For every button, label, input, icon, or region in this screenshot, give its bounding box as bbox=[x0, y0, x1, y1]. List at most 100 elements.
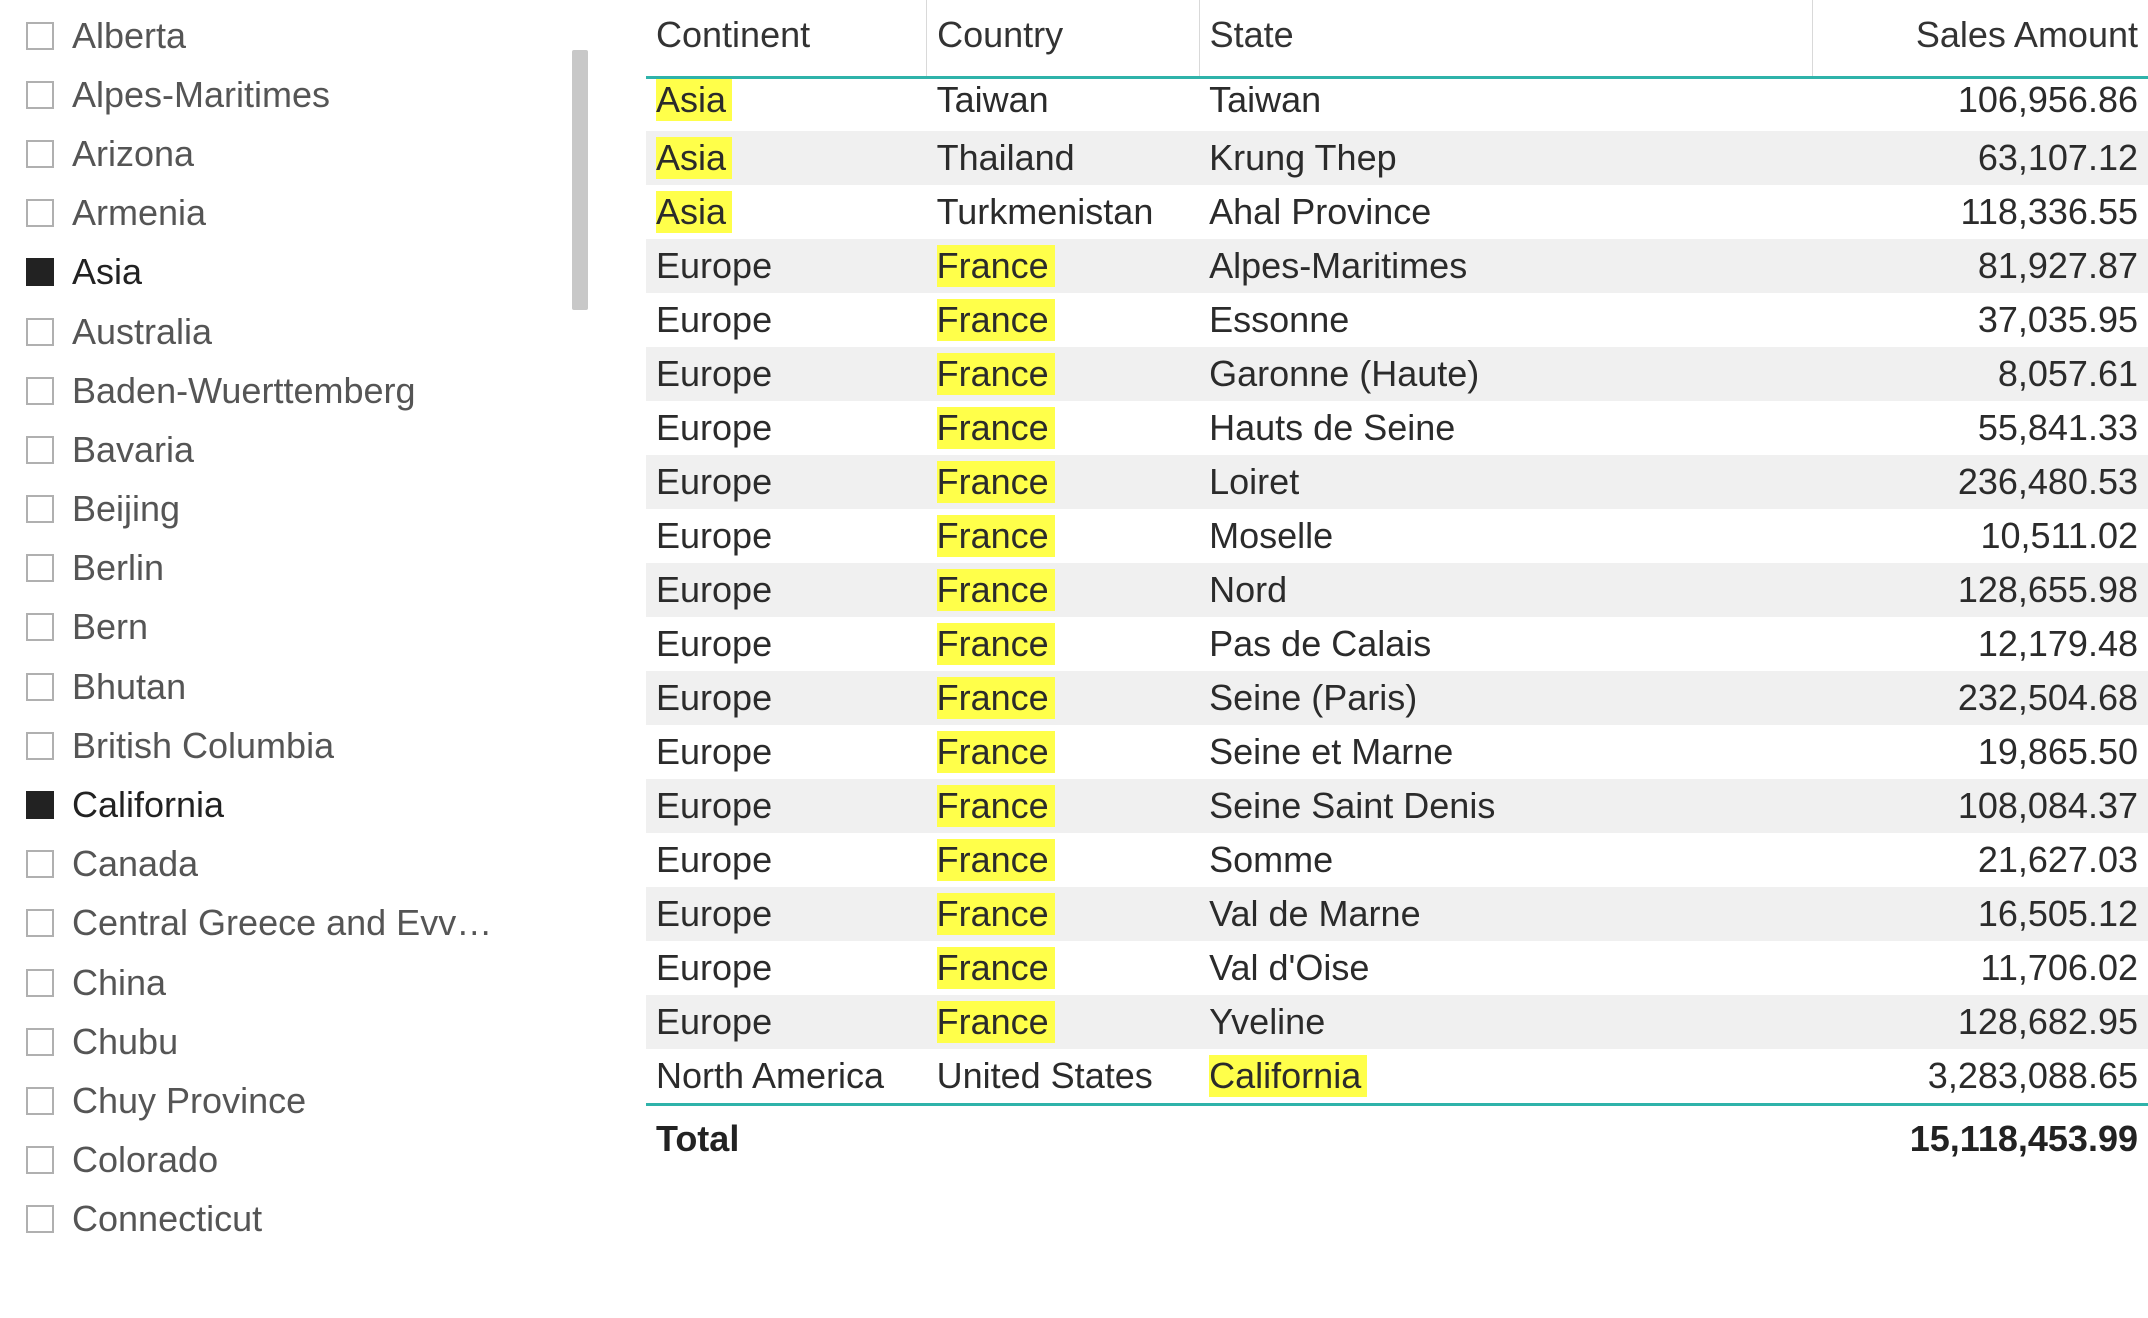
slicer-item[interactable]: Beijing bbox=[0, 480, 610, 539]
cell-continent: Europe bbox=[646, 347, 927, 401]
slicer-item[interactable]: Connecticut bbox=[0, 1190, 610, 1249]
slicer-item[interactable]: Bavaria bbox=[0, 420, 610, 479]
table-row[interactable]: AsiaTurkmenistanAhal Province118,336.55 bbox=[646, 185, 2148, 239]
checkbox-icon[interactable] bbox=[26, 1205, 54, 1233]
checkbox-icon[interactable] bbox=[26, 554, 54, 582]
table-row[interactable]: EuropeFranceNord128,655.98 bbox=[646, 563, 2148, 617]
highlight: France bbox=[937, 731, 1055, 773]
slicer-item[interactable]: Colorado bbox=[0, 1131, 610, 1190]
checkbox-icon[interactable] bbox=[26, 1146, 54, 1174]
highlight: France bbox=[937, 569, 1055, 611]
highlight: France bbox=[937, 245, 1055, 287]
cell-country: France bbox=[927, 293, 1200, 347]
cell-continent: Europe bbox=[646, 725, 927, 779]
table-row[interactable]: EuropeFranceSeine (Paris)232,504.68 bbox=[646, 671, 2148, 725]
cell-sales: 63,107.12 bbox=[1813, 131, 2148, 185]
checkbox-icon[interactable] bbox=[26, 436, 54, 464]
checkbox-icon[interactable] bbox=[26, 199, 54, 227]
slicer-item[interactable]: Alberta bbox=[0, 6, 610, 65]
slicer-item[interactable]: Chubu bbox=[0, 1012, 610, 1071]
table-row[interactable]: EuropeFranceLoiret236,480.53 bbox=[646, 455, 2148, 509]
highlight: France bbox=[937, 893, 1055, 935]
slicer-item[interactable]: Armenia bbox=[0, 184, 610, 243]
checkbox-icon[interactable] bbox=[26, 258, 54, 286]
slicer-item[interactable]: Canada bbox=[0, 835, 610, 894]
slicer-item[interactable]: China bbox=[0, 953, 610, 1012]
highlight: France bbox=[937, 947, 1055, 989]
checkbox-icon[interactable] bbox=[26, 791, 54, 819]
table-row[interactable]: EuropeFranceVal de Marne16,505.12 bbox=[646, 887, 2148, 941]
slicer-item[interactable]: Asia bbox=[0, 243, 610, 302]
checkbox-icon[interactable] bbox=[26, 969, 54, 997]
slicer-label: China bbox=[72, 962, 166, 1004]
table-row[interactable]: AsiaTaiwanTaiwan106,956.86 bbox=[646, 78, 2148, 132]
checkbox-icon[interactable] bbox=[26, 81, 54, 109]
checkbox-icon[interactable] bbox=[26, 495, 54, 523]
checkbox-icon[interactable] bbox=[26, 1028, 54, 1056]
total-row: Total 15,118,453.99 bbox=[646, 1105, 2148, 1173]
slicer-item[interactable]: Bhutan bbox=[0, 657, 610, 716]
col-header-sales[interactable]: Sales Amount bbox=[1813, 0, 2148, 78]
highlight: France bbox=[937, 353, 1055, 395]
table-row[interactable]: EuropeFranceAlpes-Maritimes81,927.87 bbox=[646, 239, 2148, 293]
checkbox-icon[interactable] bbox=[26, 613, 54, 641]
table-row[interactable]: EuropeFranceVal d'Oise11,706.02 bbox=[646, 941, 2148, 995]
checkbox-icon[interactable] bbox=[26, 1087, 54, 1115]
slicer-label: Bavaria bbox=[72, 429, 194, 471]
slicer-item[interactable]: California bbox=[0, 775, 610, 834]
highlight: France bbox=[937, 677, 1055, 719]
table-row[interactable]: AsiaThailandKrung Thep63,107.12 bbox=[646, 131, 2148, 185]
slicer-item[interactable]: British Columbia bbox=[0, 716, 610, 775]
slicer-item[interactable]: Chuy Province bbox=[0, 1071, 610, 1130]
col-header-state[interactable]: State bbox=[1199, 0, 1813, 78]
cell-state: Loiret bbox=[1199, 455, 1813, 509]
cell-country: France bbox=[927, 995, 1200, 1049]
slicer-label: Arizona bbox=[72, 133, 194, 175]
checkbox-icon[interactable] bbox=[26, 22, 54, 50]
slicer-item[interactable]: Berlin bbox=[0, 539, 610, 598]
slicer-label: Bern bbox=[72, 606, 148, 648]
table-row[interactable]: EuropeFranceYveline128,682.95 bbox=[646, 995, 2148, 1049]
slicer-scrollbar[interactable] bbox=[572, 50, 588, 310]
slicer-label: Alpes-Maritimes bbox=[72, 74, 330, 116]
checkbox-icon[interactable] bbox=[26, 909, 54, 937]
slicer-item[interactable]: Baden-Wuerttemberg bbox=[0, 361, 610, 420]
cell-sales: 108,084.37 bbox=[1813, 779, 2148, 833]
checkbox-icon[interactable] bbox=[26, 673, 54, 701]
cell-country: France bbox=[927, 617, 1200, 671]
col-header-continent[interactable]: Continent bbox=[646, 0, 927, 78]
cell-country: France bbox=[927, 401, 1200, 455]
slicer-item[interactable]: Alpes-Maritimes bbox=[0, 65, 610, 124]
slicer-item[interactable]: Australia bbox=[0, 302, 610, 361]
checkbox-icon[interactable] bbox=[26, 377, 54, 405]
table-row[interactable]: EuropeFrancePas de Calais12,179.48 bbox=[646, 617, 2148, 671]
table-row[interactable]: EuropeFranceSeine et Marne19,865.50 bbox=[646, 725, 2148, 779]
cell-country: France bbox=[927, 455, 1200, 509]
slicer-panel: Alberta Alpes-Maritimes Arizona ArmeniaAsia… bbox=[0, 0, 610, 1318]
table-row[interactable]: EuropeFranceSomme21,627.03 bbox=[646, 833, 2148, 887]
highlight: Asia bbox=[656, 79, 732, 121]
cell-continent: Asia bbox=[646, 185, 927, 239]
cell-country: France bbox=[927, 725, 1200, 779]
slicer-item[interactable]: Bern bbox=[0, 598, 610, 657]
table-row[interactable]: North AmericaUnited StatesCalifornia3,28… bbox=[646, 1049, 2148, 1105]
checkbox-icon[interactable] bbox=[26, 850, 54, 878]
cell-state: Taiwan bbox=[1199, 78, 1813, 132]
table-row[interactable]: EuropeFranceEssonne37,035.95 bbox=[646, 293, 2148, 347]
cell-sales: 8,057.61 bbox=[1813, 347, 2148, 401]
table-row[interactable]: EuropeFranceSeine Saint Denis108,084.37 bbox=[646, 779, 2148, 833]
cell-state: Pas de Calais bbox=[1199, 617, 1813, 671]
col-header-country[interactable]: Country bbox=[927, 0, 1200, 78]
slicer-item[interactable]: Central Greece and Evv… bbox=[0, 894, 610, 953]
slicer-item[interactable]: Arizona bbox=[0, 124, 610, 183]
checkbox-icon[interactable] bbox=[26, 732, 54, 760]
cell-continent: Europe bbox=[646, 239, 927, 293]
highlight: France bbox=[937, 785, 1055, 827]
slicer-label: Connecticut bbox=[72, 1198, 262, 1240]
table-row[interactable]: EuropeFranceGaronne (Haute)8,057.61 bbox=[646, 347, 2148, 401]
checkbox-icon[interactable] bbox=[26, 140, 54, 168]
table-row[interactable]: EuropeFranceMoselle10,511.02 bbox=[646, 509, 2148, 563]
cell-country: France bbox=[927, 887, 1200, 941]
checkbox-icon[interactable] bbox=[26, 318, 54, 346]
table-row[interactable]: EuropeFranceHauts de Seine55,841.33 bbox=[646, 401, 2148, 455]
